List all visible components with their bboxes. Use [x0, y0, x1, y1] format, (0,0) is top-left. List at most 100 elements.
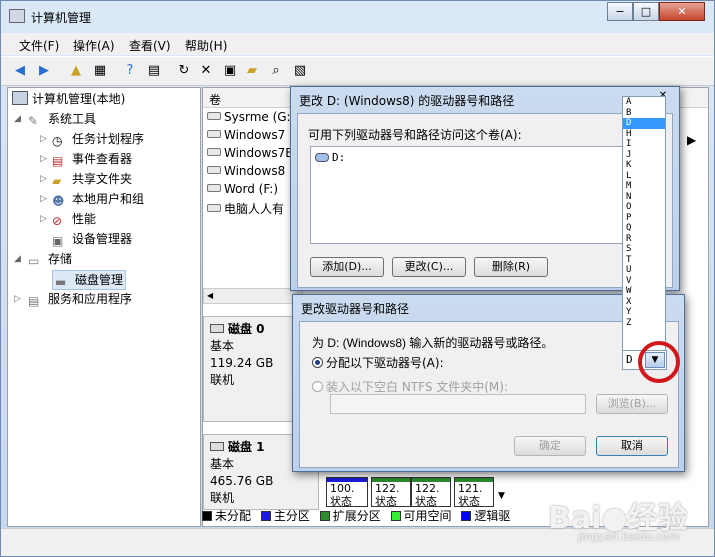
- volume-row[interactable]: Sysrme (G:): [207, 110, 295, 124]
- scroll-down-icon[interactable]: ▼: [498, 491, 505, 501]
- tree-task-scheduler[interactable]: ◷ 任务计划程序: [52, 130, 144, 148]
- collapsed-arrow-icon[interactable]: ▷: [14, 294, 21, 304]
- volume-row[interactable]: Word (F:): [207, 182, 278, 196]
- collapsed-arrow-icon[interactable]: ▷: [40, 134, 47, 144]
- tree-services[interactable]: ▤ 服务和应用程序: [28, 290, 132, 308]
- collapsed-arrow-icon[interactable]: ▷: [40, 214, 47, 224]
- partition-block[interactable]: 122. 状态: [411, 477, 451, 508]
- tree-shared-folders[interactable]: ▰ 共享文件夹: [52, 170, 132, 188]
- drive-letter-option[interactable]: T: [623, 255, 665, 266]
- drive-letter-option[interactable]: I: [623, 139, 665, 150]
- volume-row[interactable]: 电脑人人有: [207, 200, 284, 217]
- settings-icon[interactable]: ▧: [291, 62, 309, 80]
- partition-block[interactable]: 122. 状态: [371, 477, 411, 508]
- drive-letter-option[interactable]: N: [623, 192, 665, 203]
- action-more-icon[interactable]: ▶: [687, 133, 696, 147]
- column-volume[interactable]: 卷: [209, 91, 221, 108]
- tree-event-viewer[interactable]: ▤ 事件查看器: [52, 150, 132, 168]
- horizontal-scrollbar[interactable]: ◀: [203, 288, 303, 304]
- drive-letter-option[interactable]: X: [623, 297, 665, 308]
- cancel-button[interactable]: 取消: [596, 436, 668, 456]
- drive-letter-value: D: [626, 353, 633, 366]
- drive-letter-option[interactable]: O: [623, 202, 665, 213]
- drive-letter-option[interactable]: J: [623, 150, 665, 161]
- help-icon[interactable]: ?: [121, 62, 139, 80]
- mount-folder-option[interactable]: 装入以下空白 NTFS 文件夹中(M):: [312, 378, 508, 395]
- drive-letter-option[interactable]: B: [623, 108, 665, 119]
- collapsed-arrow-icon[interactable]: ▷: [40, 194, 47, 204]
- drive-path-entry[interactable]: D:: [315, 151, 345, 164]
- radio-selected-icon[interactable]: [312, 357, 323, 368]
- menu-help[interactable]: 帮助(H): [185, 37, 227, 54]
- drive-letter-option[interactable]: L: [623, 171, 665, 182]
- expanded-arrow-icon[interactable]: ◢: [14, 114, 21, 124]
- open-folder-icon[interactable]: ▰: [243, 62, 261, 80]
- tree-disk-management[interactable]: ▬ 磁盘管理: [52, 270, 127, 290]
- drive-path-list[interactable]: D:: [310, 146, 628, 244]
- collapsed-arrow-icon[interactable]: ▷: [40, 154, 47, 164]
- action-pane-icon[interactable]: ▤: [145, 62, 163, 80]
- minimize-button[interactable]: −: [607, 2, 633, 21]
- volume-row[interactable]: Windows8 (: [207, 164, 294, 178]
- drive-letter-option[interactable]: U: [623, 265, 665, 276]
- drive-letter-option[interactable]: M: [623, 181, 665, 192]
- mount-path-input[interactable]: [330, 394, 586, 414]
- drive-letter-option[interactable]: P: [623, 213, 665, 224]
- toolbar: ◀ ▶ ▲ ▦ ? ▤ ↻ ✕ ▣ ▰ ⌕ ▧: [1, 56, 714, 86]
- close-button[interactable]: ✕: [659, 2, 705, 21]
- drive-letter-option[interactable]: S: [623, 244, 665, 255]
- properties-icon[interactable]: ▣: [221, 62, 239, 80]
- up-folder-icon[interactable]: ▲: [67, 62, 85, 80]
- legend-swatch: [202, 511, 212, 521]
- tree-device-manager[interactable]: ▣ 设备管理器: [52, 230, 132, 248]
- scroll-left-icon[interactable]: ◀: [207, 291, 213, 300]
- browse-button[interactable]: 浏览(B)...: [596, 394, 668, 414]
- dialog1-title: 更改 D: (Windows8) 的驱动器号和路径: [299, 94, 515, 108]
- add-button[interactable]: 添加(D)...: [310, 257, 384, 277]
- assign-letter-option[interactable]: 分配以下驱动器号(A):: [312, 354, 444, 371]
- legend-swatch: [461, 511, 472, 521]
- volume-row[interactable]: Windows7 (: [207, 128, 294, 142]
- back-icon[interactable]: ◀: [11, 62, 29, 80]
- forward-icon[interactable]: ▶: [35, 62, 53, 80]
- radio-unselected-icon[interactable]: [312, 381, 323, 392]
- menu-action[interactable]: 操作(A): [73, 37, 115, 54]
- drive-letter-option[interactable]: W: [623, 286, 665, 297]
- drive-letter-option[interactable]: Z: [623, 318, 665, 329]
- tree-root[interactable]: 计算机管理(本地): [12, 90, 125, 107]
- navigation-tree: 计算机管理(本地) ◢ ✎ 系统工具 ▷ ◷ 任务计划程序 ▷ ▤ 事件查看器 ▷ ▰…: [7, 87, 201, 527]
- remove-button[interactable]: 删除(R): [474, 257, 548, 277]
- maximize-button[interactable]: □: [633, 2, 659, 21]
- refresh-icon[interactable]: ↻: [175, 62, 193, 80]
- drive-letter-option-selected[interactable]: D: [623, 118, 665, 129]
- tree-performance[interactable]: ⊘ 性能: [52, 210, 96, 228]
- drive-letter-option[interactable]: Y: [623, 307, 665, 318]
- ok-button[interactable]: 确定: [514, 436, 586, 456]
- menu-file[interactable]: 文件(F): [19, 37, 59, 54]
- partition-block[interactable]: 100. 状态: [326, 477, 368, 508]
- tree-local-users[interactable]: ☻ 本地用户和组: [52, 190, 144, 208]
- expanded-arrow-icon[interactable]: ◢: [14, 254, 21, 264]
- drive-letter-option[interactable]: V: [623, 276, 665, 287]
- change-button[interactable]: 更改(C)...: [392, 257, 466, 277]
- clock-icon: ◷: [52, 134, 63, 148]
- legend-logical: 逻辑驱: [474, 509, 511, 523]
- partition-block[interactable]: 121. 状态: [454, 477, 494, 508]
- computer-icon: [12, 91, 28, 105]
- drive-letter-option[interactable]: R: [623, 234, 665, 245]
- dialog2-prompt: 为 D: (Windows8) 输入新的驱动器号或路径。: [312, 336, 554, 350]
- tree-system-tools[interactable]: ✎ 系统工具: [28, 110, 96, 128]
- drive-letter-option[interactable]: A: [623, 97, 665, 108]
- volume-row[interactable]: Windows7E: [207, 146, 293, 160]
- drive-letter-dropdown-list[interactable]: A B D H I J K L M N O P Q R S T U V W X …: [622, 96, 666, 354]
- search-icon[interactable]: ⌕: [267, 62, 285, 80]
- menu-view[interactable]: 查看(V): [129, 37, 171, 54]
- drive-letter-option[interactable]: H: [623, 129, 665, 140]
- tree-storage[interactable]: ▭ 存储: [28, 250, 72, 268]
- watermark-url: jingyan.baidu.com: [578, 530, 680, 543]
- drive-letter-option[interactable]: Q: [623, 223, 665, 234]
- collapsed-arrow-icon[interactable]: ▷: [40, 174, 47, 184]
- drive-letter-option[interactable]: K: [623, 160, 665, 171]
- show-hide-tree-icon[interactable]: ▦: [91, 62, 109, 80]
- delete-icon[interactable]: ✕: [197, 62, 215, 80]
